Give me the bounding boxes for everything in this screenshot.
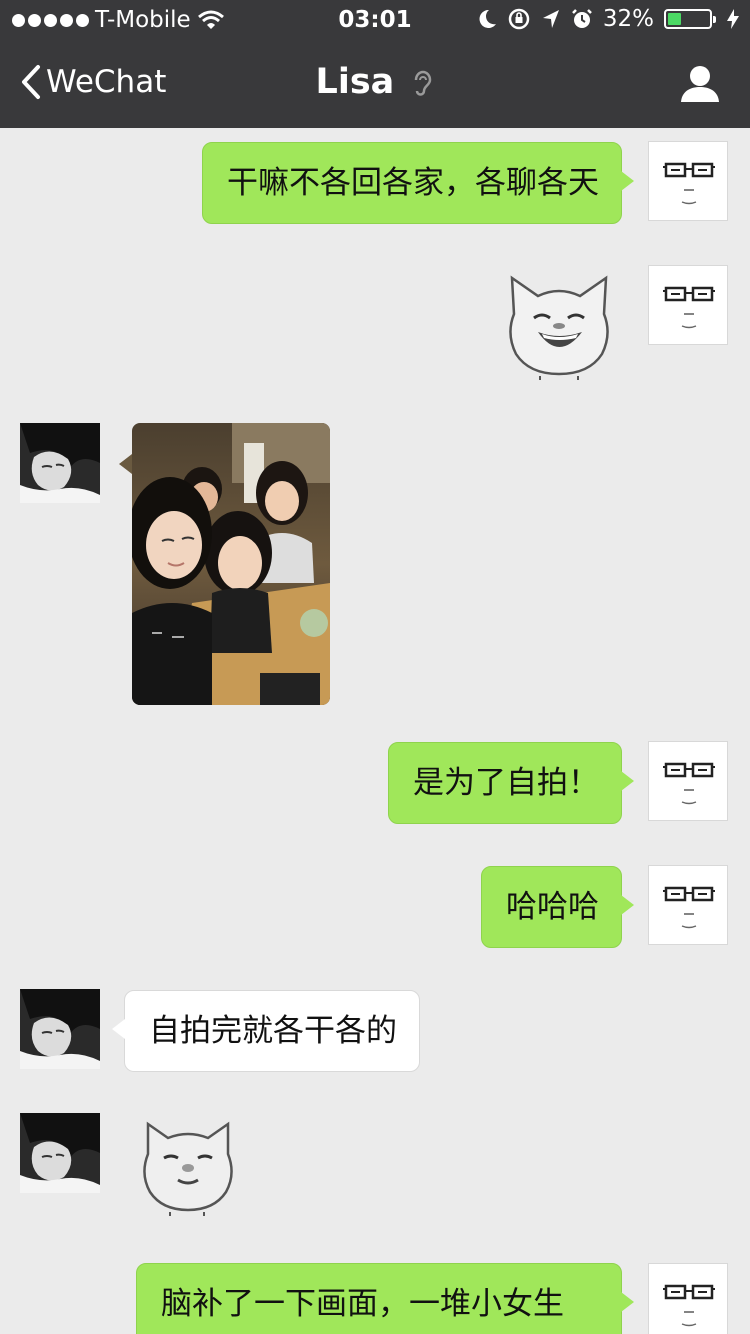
- profile-icon[interactable]: [680, 64, 720, 104]
- message-bubble-outgoing[interactable]: 干嘛不各回各家，各聊各天: [202, 142, 634, 224]
- avatar-me[interactable]: [648, 741, 728, 821]
- status-bar: T-Mobile 03:01 32%: [0, 0, 750, 40]
- avatar-lisa[interactable]: [20, 1113, 100, 1193]
- lisa-portrait-icon: [20, 989, 100, 1069]
- glasses-face-icon: [663, 286, 715, 329]
- charging-bolt-icon: [727, 9, 739, 29]
- glasses-face-icon: [663, 1284, 715, 1327]
- status-right-group: 32%: [477, 6, 740, 32]
- chat-title-text: Lisa: [315, 62, 395, 102]
- message-bubble-incoming[interactable]: 自拍完就各干各的: [112, 990, 420, 1072]
- message-text: 自拍完就各干各的: [149, 1013, 397, 1049]
- message-text: 干嘛不各回各家，各聊各天: [227, 165, 599, 201]
- avatar-me[interactable]: [648, 865, 728, 945]
- message-text: 是为了自拍！: [413, 765, 599, 801]
- glasses-face-icon: [663, 762, 715, 805]
- navigation-bar: WeChat Lisa: [0, 40, 750, 128]
- glasses-face-icon: [663, 162, 715, 205]
- laughing-cat-face-sticker[interactable]: [504, 274, 614, 384]
- message-bubble-outgoing[interactable]: 哈哈哈: [481, 866, 634, 948]
- earpiece-icon: [415, 70, 432, 96]
- glasses-face-icon: [663, 886, 715, 929]
- message-text: 脑补了一下画面，一堆小女生: [161, 1286, 564, 1322]
- alarm-icon: [571, 9, 592, 28]
- battery-fill: [668, 13, 681, 25]
- group-selfie-image: [132, 423, 330, 705]
- top-bar: T-Mobile 03:01 32% WeChat Lisa: [0, 0, 750, 128]
- avatar-me[interactable]: [648, 265, 728, 345]
- lisa-portrait-icon: [20, 1113, 100, 1193]
- avatar-me[interactable]: [648, 141, 728, 221]
- photo-bubble-tail: [119, 454, 132, 474]
- message-text: 哈哈哈: [506, 889, 599, 925]
- message-bubble-outgoing[interactable]: 是为了自拍！: [388, 742, 634, 824]
- avatar-lisa[interactable]: [20, 423, 100, 503]
- chat-title: Lisa: [0, 62, 750, 102]
- message-bubble-outgoing[interactable]: 脑补了一下画面，一堆小女生: [136, 1263, 634, 1334]
- lisa-portrait-icon: [20, 423, 100, 503]
- squinting-cat-face-sticker[interactable]: [138, 1118, 238, 1220]
- chat-area[interactable]: 干嘛不各回各家，各聊各天 是为了自拍！ 哈哈哈 自拍完就各干各的 脑补了一下画面…: [0, 128, 750, 1334]
- avatar-me[interactable]: [648, 1263, 728, 1334]
- group-selfie-photo[interactable]: [132, 423, 330, 705]
- battery-percent: 32%: [602, 6, 654, 32]
- avatar-lisa[interactable]: [20, 989, 100, 1069]
- location-arrow-icon: [542, 10, 559, 28]
- rotation-lock-icon: [508, 8, 530, 30]
- battery-icon: [664, 9, 716, 29]
- moon-icon: [479, 9, 496, 28]
